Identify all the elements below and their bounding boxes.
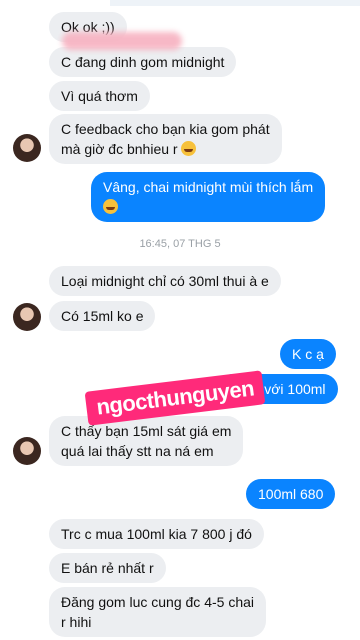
message-incoming[interactable]: Đăng gom luc cung đc 4-5 chai r hihi xyxy=(49,587,266,637)
message-outgoing[interactable]: K c ạ xyxy=(280,339,336,369)
laughing-emoji-icon xyxy=(181,141,197,156)
message-incoming[interactable]: C feedback cho bạn kia gom phát mà giờ đ… xyxy=(49,114,282,164)
redaction-blur xyxy=(62,32,182,50)
message-outgoing[interactable]: Vâng, chai midnight mùi thích lắm xyxy=(91,172,326,222)
message-incoming[interactable]: Loại midnight chỉ có 30ml thui à e xyxy=(49,266,281,296)
message-incoming[interactable]: C đang dinh gom midnight xyxy=(49,47,237,77)
top-strip xyxy=(110,0,360,6)
message-outgoing[interactable]: 100ml 680 xyxy=(246,479,336,509)
message-incoming[interactable]: Vì quá thơm xyxy=(49,81,150,111)
message-incoming[interactable]: Có 15ml ko e xyxy=(49,301,156,331)
chat-thread: Ok ok ;)) C đang dinh gom midnight Vì qu… xyxy=(0,0,360,640)
avatar[interactable] xyxy=(13,437,41,465)
avatar[interactable] xyxy=(13,134,41,162)
avatar[interactable] xyxy=(13,303,41,331)
message-incoming[interactable]: E bán rẻ nhất r xyxy=(49,553,166,583)
rofl-emoji-icon xyxy=(103,199,118,214)
message-incoming[interactable]: Trc c mua 100ml kia 7 800 j đó xyxy=(49,519,264,549)
timestamp: 16:45, 07 THG 5 xyxy=(139,238,221,250)
message-incoming[interactable]: C thấy bạn 15ml sát giá em quá lai thấy … xyxy=(49,416,244,466)
